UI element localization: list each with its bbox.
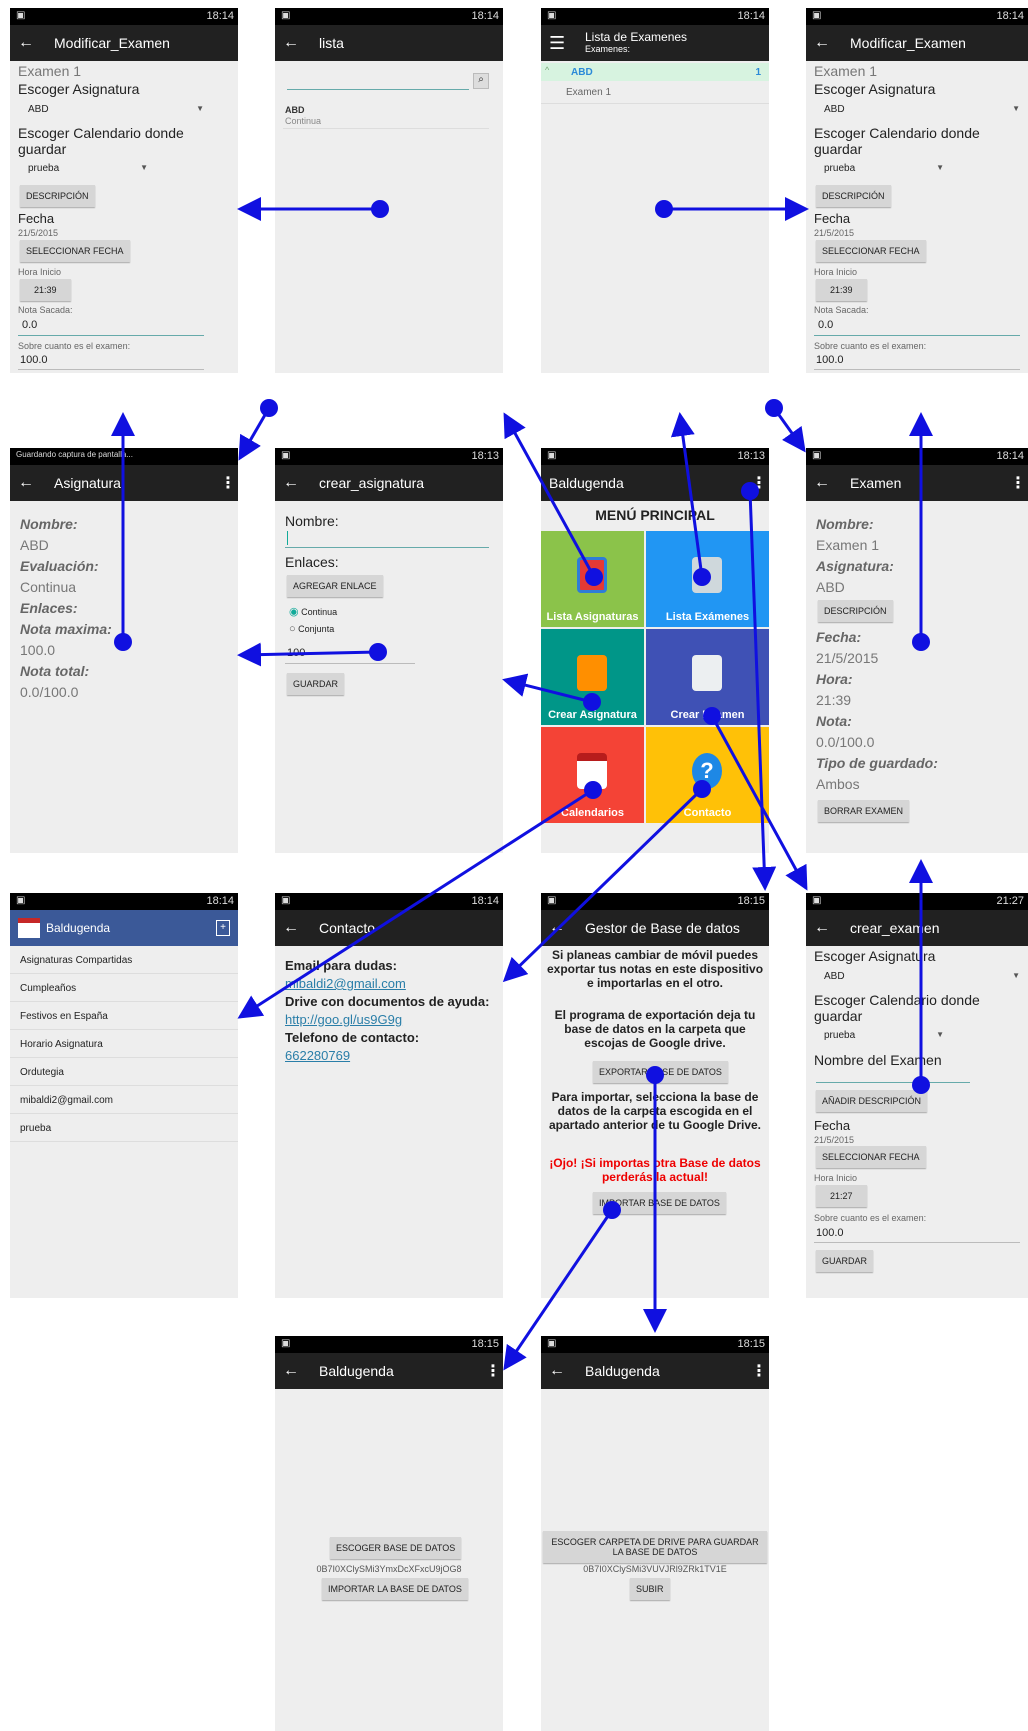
arrow-origin-dot [693, 780, 711, 798]
arrow-origin-dot [260, 399, 278, 417]
arrow-origin-dot [693, 568, 711, 586]
navigation-arrows [111, 197, 933, 1371]
arrow-origin-dots [114, 200, 930, 1219]
arrow-tile2-to-examenes [670, 412, 704, 578]
arrow-tile3-to-crear-asignatura [502, 673, 593, 704]
arrow-origin-dot [369, 643, 387, 661]
arrow-origin-dot [646, 1066, 664, 1084]
arrow-origin-dot [114, 633, 132, 651]
arrow-origin-dot [371, 200, 389, 218]
arrow-menu-to-gestor [748, 490, 777, 891]
arrow-origin-dot [741, 482, 759, 500]
arrow-tile1-to-lista [503, 412, 596, 578]
arrow-origin-dot [655, 200, 673, 218]
arrow-tile5-to-calendarios [237, 788, 594, 1019]
arrow-to-asignatura-detail [237, 642, 379, 667]
arrow-tile6-to-contacto [502, 787, 704, 983]
arrow-origin-dot [703, 707, 721, 725]
arrow-origin-dot [603, 1201, 621, 1219]
arrow-origin-dot [912, 1076, 930, 1094]
arrow-origin-dot [583, 693, 601, 711]
arrow-origin-dot [765, 399, 783, 417]
arrow-import-to-importar [503, 1209, 614, 1371]
arrow-origin-dot [585, 568, 603, 586]
arrow-origin-dot [584, 781, 602, 799]
arrow-origin-dot [912, 633, 930, 651]
